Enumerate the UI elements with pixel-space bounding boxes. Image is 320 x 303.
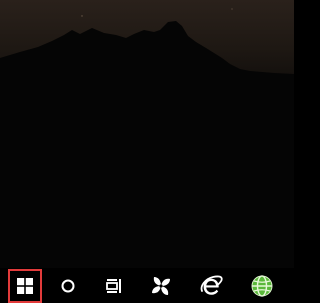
internet-explorer-icon	[200, 275, 223, 295]
green-globe-icon	[251, 275, 273, 297]
windows-logo-icon	[17, 278, 33, 294]
mountain-silhouette	[0, 8, 294, 268]
search-circle-icon	[61, 279, 75, 293]
taskbar	[0, 268, 294, 303]
desktop-wallpaper	[0, 0, 294, 268]
task-view-icon	[106, 279, 121, 293]
green-globe-app-button[interactable]	[245, 269, 279, 303]
start-button[interactable]	[8, 269, 42, 303]
search-button[interactable]	[51, 269, 85, 303]
pinwheel-icon	[152, 277, 170, 295]
task-view-button[interactable]	[97, 269, 131, 303]
pinwheel-app-button[interactable]	[144, 269, 178, 303]
internet-explorer-button[interactable]	[194, 269, 228, 303]
